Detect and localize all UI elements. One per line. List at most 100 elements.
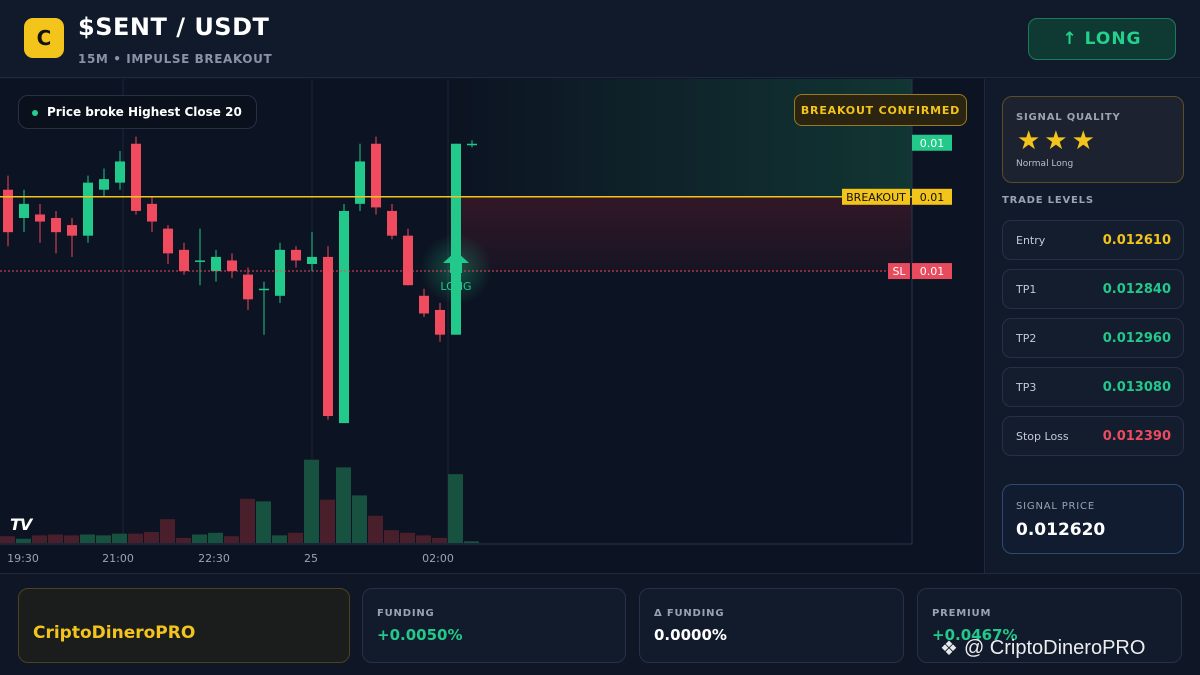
- funding-label: FUNDING: [377, 608, 435, 619]
- time-axis-label: 25: [304, 552, 318, 565]
- level-tp2: TP2 0.012960: [1002, 318, 1184, 358]
- candle-body: [195, 260, 205, 262]
- volume-bar: [96, 535, 111, 543]
- star-rating-icon: ★★★: [1017, 126, 1099, 156]
- level-tp1: TP1 0.012840: [1002, 269, 1184, 309]
- candle-body: [35, 214, 45, 222]
- status-dot-icon: [32, 110, 38, 116]
- candle-body: [211, 256, 221, 272]
- time-axis-label: 21:00: [102, 552, 134, 565]
- level-value: 0.012840: [1102, 282, 1171, 297]
- volume-bar: [64, 535, 79, 543]
- volume-bar: [224, 536, 239, 543]
- breakout-confirmed-badge: BREAKOUT CONFIRMED: [794, 94, 967, 126]
- tradingview-logo[interactable]: TV: [10, 515, 32, 534]
- candle-body: [435, 309, 445, 335]
- level-entry: Entry 0.012610: [1002, 220, 1184, 260]
- pair-subtitle: 15M • IMPULSE BREAKOUT: [78, 52, 273, 66]
- signal-price-value: 0.012620: [1016, 520, 1106, 540]
- volume-bar: [192, 534, 207, 543]
- candle-body: [275, 249, 285, 296]
- level-stop-loss: Stop Loss 0.012390: [1002, 416, 1184, 456]
- volume-bar: [464, 541, 479, 543]
- volume-bar: [160, 519, 175, 543]
- signal-quality-label: SIGNAL QUALITY: [1016, 112, 1121, 123]
- candle-body: [99, 179, 109, 190]
- candle-body: [147, 203, 157, 222]
- candle-body: [227, 260, 237, 272]
- delta-funding-value: 0.0000%: [654, 626, 727, 644]
- funding-card: FUNDING +0.0050%: [362, 588, 626, 663]
- volume-bar: [416, 535, 431, 543]
- signal-panel: SIGNAL QUALITY ★★★ Normal Long TRADE LEV…: [986, 79, 1200, 573]
- volume-bar: [16, 538, 31, 543]
- level-value: 0.013080: [1102, 380, 1171, 395]
- sl-price-tag: 0.01: [920, 265, 945, 278]
- candle-body: [371, 143, 381, 208]
- candle-body: [323, 256, 333, 417]
- level-label: TP2: [1016, 332, 1037, 345]
- volume-bar: [176, 537, 191, 543]
- chip-text: Price broke Highest Close 20: [47, 105, 242, 119]
- candle-body: [179, 249, 189, 272]
- delta-funding-label: Δ FUNDING: [654, 608, 725, 619]
- watermark: ❖ @ CriptoDineroPRO: [940, 636, 1145, 661]
- candle-body: [339, 210, 349, 424]
- pair-title: $SENT / USDT: [78, 13, 270, 41]
- brand-name: CriptoDineroPRO: [33, 623, 196, 643]
- level-label: Stop Loss: [1016, 430, 1069, 443]
- signal-type: Normal Long: [1016, 159, 1074, 169]
- signal-price-card: SIGNAL PRICE 0.012620: [1002, 484, 1184, 554]
- candle-body: [467, 143, 477, 146]
- watermark-text: @ CriptoDineroPRO: [963, 637, 1146, 659]
- breakout-label-tag: BREAKOUT: [846, 191, 906, 204]
- level-value: 0.012960: [1102, 331, 1171, 346]
- candle-body: [387, 210, 397, 236]
- volume-bar: [128, 533, 143, 543]
- breakout-info-chip: Price broke Highest Close 20: [18, 95, 257, 129]
- candle-body: [419, 295, 429, 314]
- candle-body: [115, 161, 125, 183]
- candle-body: [403, 235, 413, 286]
- volume-bar: [400, 532, 415, 543]
- volume-bar: [272, 535, 287, 543]
- candle-body: [243, 274, 253, 300]
- volume-bar: [320, 499, 335, 543]
- long-button[interactable]: ↑ LONG: [1028, 18, 1176, 60]
- breakout-price-tag: 0.01: [920, 191, 945, 204]
- level-tp3: TP3 0.013080: [1002, 367, 1184, 407]
- app-header: C $SENT / USDT 15M • IMPULSE BREAKOUT ↑ …: [0, 0, 1200, 78]
- signal-quality-card: SIGNAL QUALITY ★★★ Normal Long: [1002, 96, 1184, 183]
- risk-zone: [450, 196, 912, 272]
- level-label: Entry: [1016, 234, 1046, 247]
- candle-body: [163, 228, 173, 254]
- binance-icon: ❖: [940, 638, 958, 660]
- volume-bar: [32, 535, 47, 543]
- price-chart[interactable]: 0.01 BREAKOUT 0.01 SL 0.01 LONG 19:30 21:00 22:3…: [0, 79, 985, 573]
- volume-bar: [336, 467, 351, 543]
- volume-bar: [48, 534, 63, 543]
- volume-bar: [208, 532, 223, 543]
- signal-price-label: SIGNAL PRICE: [1016, 501, 1095, 512]
- volume-bar: [288, 532, 303, 543]
- chart-svg[interactable]: 0.01 BREAKOUT 0.01 SL 0.01 LONG 19:30 21:00 22:3…: [0, 79, 985, 573]
- volume-bar: [432, 537, 447, 543]
- candle-body: [451, 143, 461, 335]
- top-price-tag: 0.01: [920, 137, 945, 150]
- volume-bar: [144, 531, 159, 543]
- funding-value: +0.0050%: [377, 626, 463, 644]
- volume-bar: [0, 536, 15, 543]
- delta-funding-card: Δ FUNDING 0.0000%: [639, 588, 904, 663]
- coin-logo: C: [24, 18, 64, 58]
- level-value: 0.012390: [1102, 429, 1171, 444]
- long-marker-label: LONG: [440, 280, 471, 293]
- volume-bar: [304, 459, 319, 543]
- candle-body: [19, 203, 29, 219]
- level-label: TP1: [1016, 283, 1037, 296]
- volume-bar: [384, 530, 399, 543]
- candle-body: [51, 218, 61, 233]
- candle-body: [67, 225, 77, 236]
- trade-levels-title: TRADE LEVELS: [1002, 195, 1094, 206]
- candle-body: [259, 288, 269, 291]
- premium-label: PREMIUM: [932, 608, 992, 619]
